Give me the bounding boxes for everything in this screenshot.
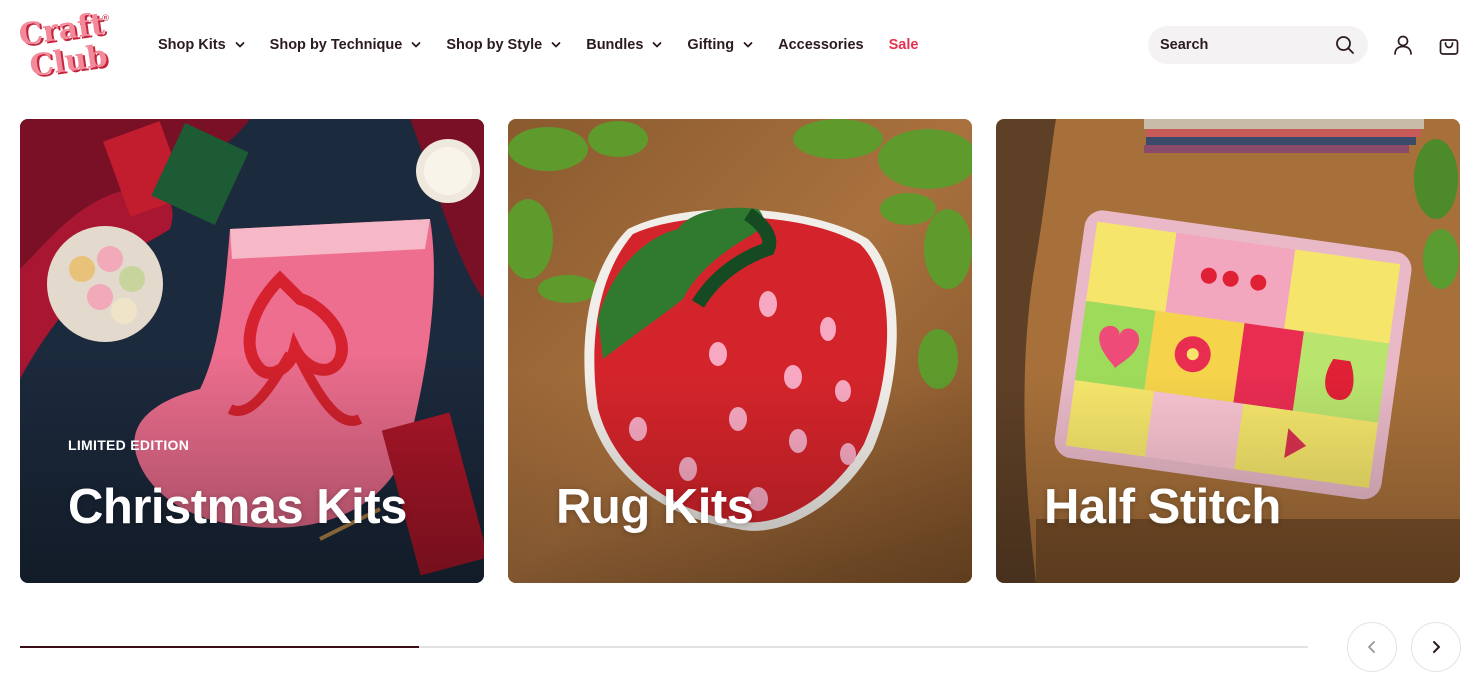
chevron-down-icon: [411, 42, 421, 48]
carousel-next-button[interactable]: [1411, 622, 1461, 672]
collection-title: Half Stitch: [1044, 480, 1281, 534]
nav-shop-by-technique[interactable]: Shop by Technique: [270, 37, 422, 53]
chevron-right-icon: [1433, 641, 1440, 653]
nav-label: Gifting: [687, 37, 735, 53]
nav-label: Accessories: [778, 37, 864, 53]
nav-accessories[interactable]: Accessories: [778, 37, 863, 53]
search-label: Search: [1160, 37, 1209, 53]
nav-gifting[interactable]: Gifting: [687, 37, 753, 53]
nav-label: Shop by Technique: [269, 37, 403, 53]
nav-sale[interactable]: Sale: [889, 37, 919, 53]
nav-label: Shop Kits: [158, 37, 226, 53]
search-box[interactable]: Search: [1148, 26, 1368, 64]
collection-card-christmas[interactable]: LIMITED EDITION Christmas Kits: [20, 119, 484, 583]
chevron-down-icon: [743, 42, 753, 48]
cart-icon[interactable]: [1438, 34, 1460, 56]
nav-label: Sale: [888, 37, 919, 53]
nav-shop-kits[interactable]: Shop Kits: [158, 37, 245, 53]
collection-card-half-stitch[interactable]: Half Stitch: [996, 119, 1460, 583]
main-nav: Shop Kits Shop by Technique Shop by Styl…: [158, 34, 943, 56]
carousel-prev-button[interactable]: [1347, 622, 1397, 672]
collection-title: Christmas Kits: [68, 480, 407, 534]
chevron-down-icon: [653, 42, 662, 48]
nav-label: Shop by Style: [446, 37, 543, 53]
collection-title: Rug Kits: [556, 480, 754, 534]
registered-mark: ®: [101, 14, 110, 24]
nav-bundles[interactable]: Bundles: [586, 37, 662, 53]
site-header: Craft Craft Club Club ® Shop Kits Shop b…: [0, 0, 1483, 90]
chevron-down-icon: [235, 42, 245, 48]
limited-edition-tag: LIMITED EDITION: [68, 437, 190, 453]
search-icon[interactable]: [1335, 35, 1355, 55]
nav-shop-by-style[interactable]: Shop by Style: [446, 37, 561, 53]
craft-club-logo[interactable]: Craft Craft Club Club ®: [18, 10, 112, 80]
carousel-progress-fill: [20, 646, 420, 648]
chevron-left-icon: [1368, 641, 1375, 653]
nav-label: Bundles: [586, 37, 644, 53]
carousel-progress-bar: [20, 646, 1308, 648]
collection-card-rug[interactable]: Rug Kits: [508, 119, 972, 583]
account-icon[interactable]: [1392, 34, 1414, 56]
chevron-down-icon: [551, 42, 561, 48]
